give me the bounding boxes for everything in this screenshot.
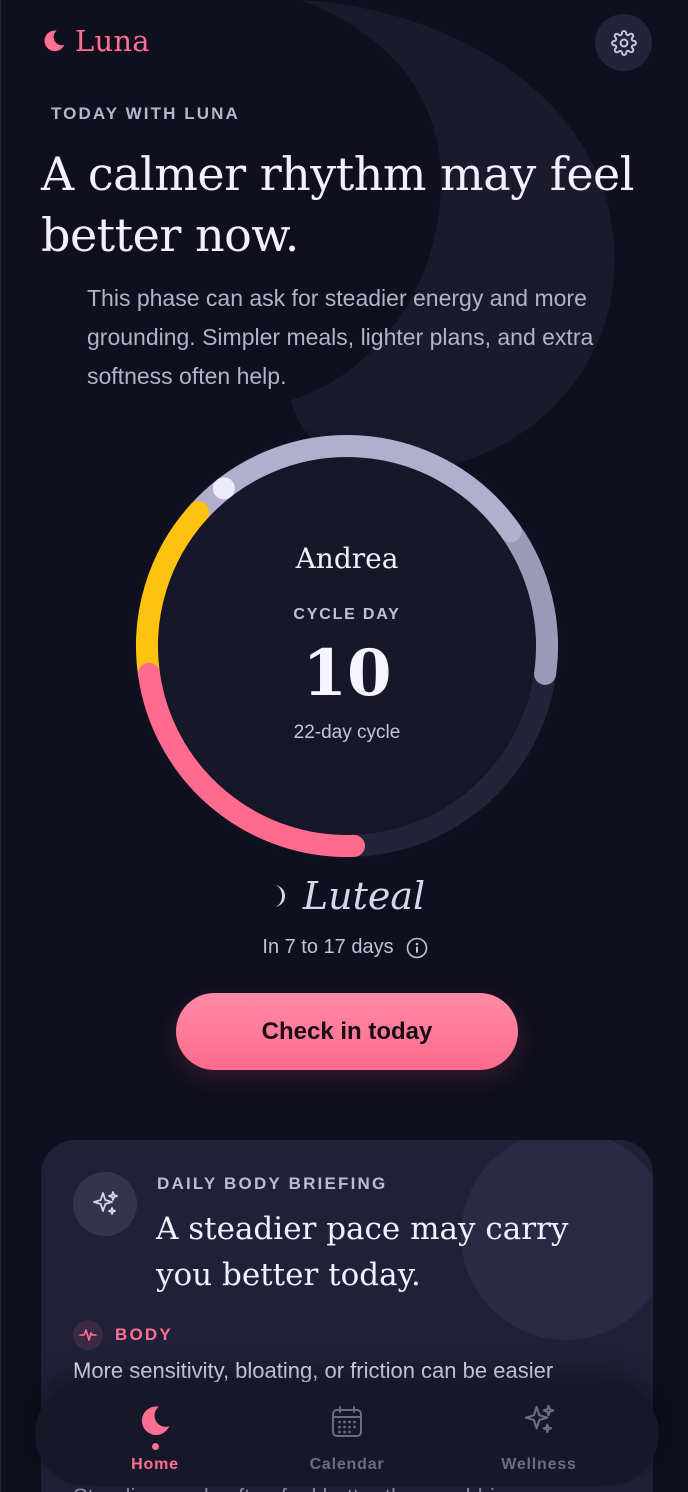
- hero-intro: This phase can ask for steadier energy a…: [87, 285, 594, 389]
- bottom-navigation: Home Calendar Wellness: [35, 1382, 659, 1486]
- calendar-icon: [332, 1406, 362, 1437]
- sparkle-icon: [73, 1172, 137, 1236]
- nav-label-calendar: Calendar: [309, 1456, 385, 1473]
- briefing-title: A steadier pace may carry you better tod…: [156, 1211, 569, 1293]
- body-section-tag: BODY: [73, 1320, 173, 1350]
- gear-icon: [610, 29, 637, 56]
- cycle-ring[interactable]: Andrea CYCLE DAY 10 22-day cycle: [125, 424, 569, 868]
- cycle-day-number: 10: [302, 636, 392, 711]
- phase-name: Luteal: [302, 874, 426, 918]
- phase-row: Luteal: [1, 874, 688, 918]
- nav-item-wellness[interactable]: Wellness: [489, 1389, 589, 1479]
- check-in-button[interactable]: Check in today: [176, 993, 518, 1070]
- nav-item-home[interactable]: Home: [105, 1389, 205, 1479]
- sparkle-icon: [524, 1404, 555, 1433]
- moon-icon: [141, 1406, 170, 1436]
- body-tag-label: BODY: [115, 1325, 173, 1344]
- cycle-length: 22-day cycle: [293, 722, 401, 743]
- ring-center: Andrea CYCLE DAY 10 22-day cycle: [125, 424, 569, 868]
- moon-icon: [44, 30, 65, 52]
- brand-name: Luna: [75, 24, 150, 58]
- crescent-moon-icon: [273, 885, 285, 907]
- briefing-eyebrow: DAILY BODY BRIEFING: [157, 1174, 388, 1193]
- active-indicator-dot: [151, 1443, 159, 1450]
- pulse-icon: [73, 1320, 103, 1350]
- next-period-estimate: In 7 to 17 days: [1, 936, 688, 959]
- settings-button[interactable]: [595, 14, 652, 71]
- nav-label-wellness: Wellness: [501, 1456, 577, 1473]
- brand-logo[interactable]: Luna: [41, 24, 150, 58]
- user-name: Andrea: [295, 542, 399, 575]
- hero-headline: A calmer rhythm may feel better now.: [41, 147, 635, 262]
- app-screen: Luna TODAY WITH LUNA A calmer rhythm may…: [0, 0, 688, 1492]
- nav-item-calendar[interactable]: Calendar: [297, 1389, 397, 1479]
- info-icon[interactable]: [406, 937, 428, 959]
- nav-label-home: Home: [131, 1456, 179, 1473]
- next-period-text: In 7 to 17 days: [262, 936, 394, 958]
- hero-eyebrow: TODAY WITH LUNA: [51, 104, 240, 123]
- cycle-day-label: CYCLE DAY: [293, 606, 401, 623]
